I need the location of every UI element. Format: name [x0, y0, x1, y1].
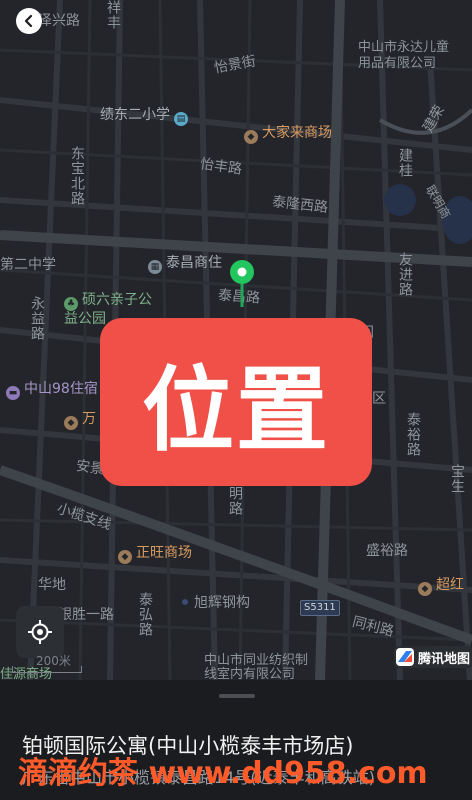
map-label: 祥丰 — [105, 0, 121, 30]
map-label: 银胜一路 — [58, 607, 114, 623]
overlay-label: 位置 — [141, 356, 330, 464]
drag-handle[interactable] — [219, 694, 255, 698]
locate-target-icon — [28, 620, 52, 644]
map-label: 友进路 — [397, 252, 413, 297]
poi-shop[interactable]: ◆ 万 — [64, 412, 96, 430]
poi-school[interactable]: 绩东二小学 ▤ — [100, 108, 188, 126]
shop-bag-icon: ◆ — [118, 550, 132, 564]
poi-label: 中山98住宿 — [24, 381, 98, 397]
back-button[interactable] — [16, 8, 42, 34]
dot-icon — [182, 599, 188, 605]
map-label: 泽兴路 — [38, 13, 80, 29]
poi-label: 泰昌商住 — [166, 255, 222, 271]
map-label: 第二中学 — [0, 257, 56, 273]
poi-label: 超红 — [436, 577, 464, 593]
shop-bag-icon: ◆ — [244, 130, 258, 144]
poi-label: 旭辉钢构 — [194, 595, 250, 611]
poi-mall[interactable]: ◆ 正旺商场 — [118, 546, 192, 564]
poi-label: 大家来商场 — [262, 125, 332, 141]
map-scale: 200米 — [10, 654, 82, 676]
watermark: 滴滴约茶 www.dd958.com — [18, 756, 428, 791]
map-label: 中山市永达儿童用品有限公司 — [358, 40, 450, 71]
shop-bag-icon: ◆ — [418, 582, 432, 596]
map-label: 区 — [372, 391, 386, 407]
book-icon: ▤ — [174, 112, 188, 126]
poi-label: 正旺商场 — [136, 545, 192, 561]
map-label: 东宝北路 — [69, 146, 85, 206]
building-icon: ▦ — [148, 260, 162, 274]
map-label: 盛裕路 — [366, 543, 408, 559]
map-label: 永益路 — [29, 296, 45, 341]
highway-shield: S5311 — [300, 600, 340, 616]
map-provider-logo: 腾讯地图 — [393, 646, 472, 668]
locate-me-button[interactable] — [16, 606, 64, 658]
map-label: 宝生 — [449, 464, 465, 494]
map-view[interactable]: 泽兴路 祥丰 中山市永达儿童用品有限公司 怡景街 绩东二小学 ▤ ◆ 大家来商场 建… — [0, 0, 472, 680]
map-label: 中山市同业纺织制 — [204, 653, 309, 668]
shop-bag-icon: ◆ — [64, 416, 78, 430]
poi-factory[interactable]: 旭辉钢构 — [182, 596, 250, 610]
back-arrow-icon — [24, 14, 33, 28]
map-label: 华地 — [38, 577, 66, 593]
tree-icon: ♣ — [64, 297, 78, 311]
provider-label: 腾讯地图 — [417, 651, 470, 667]
poi-label: 万 — [82, 411, 96, 427]
tencent-map-logo-icon — [395, 648, 414, 666]
poi-label: 绩东二小学 — [100, 107, 170, 123]
map-label: 建桂 — [397, 148, 413, 178]
poi-mall[interactable]: ◆ 超红 — [418, 578, 464, 596]
scale-bar — [12, 666, 82, 673]
poi-hotel[interactable]: ▬ 中山98住宿 — [6, 382, 98, 400]
map-label: 线室内有限公司 — [204, 667, 296, 680]
location-overlay-badge: 位置 — [100, 318, 372, 486]
poi-residence[interactable]: ▦ 泰昌商住 — [148, 256, 222, 274]
poi-mall[interactable]: ◆ 大家来商场 — [244, 126, 332, 144]
map-label: 明路 — [227, 486, 243, 516]
bed-icon: ▬ — [6, 386, 20, 400]
location-pin-icon — [230, 260, 254, 307]
map-label: 泰弘路 — [137, 592, 153, 637]
map-label: 泰裕路 — [405, 412, 421, 457]
